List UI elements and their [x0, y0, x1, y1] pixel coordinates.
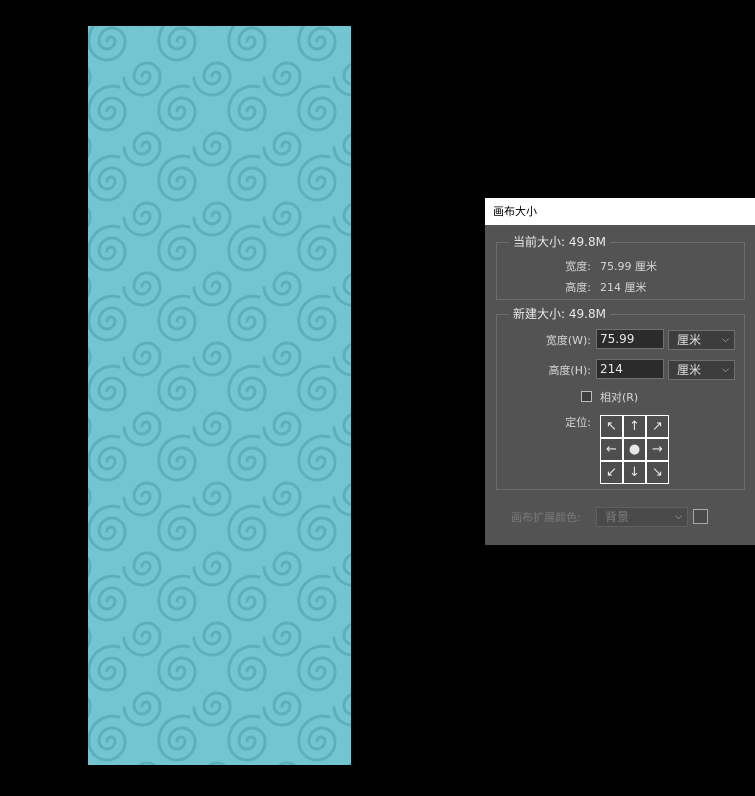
- chevron-down-icon: ⌵: [722, 365, 729, 375]
- current-height-label: 高度:: [565, 281, 591, 294]
- current-height-value: 214 厘米: [600, 281, 647, 294]
- height-input[interactable]: 214: [596, 359, 664, 379]
- new-width-label: 宽度(W):: [545, 334, 591, 347]
- anchor-center-icon[interactable]: ●: [624, 439, 645, 460]
- height-unit-value: 厘米: [677, 363, 702, 377]
- height-unit-select[interactable]: 厘米 ⌵: [668, 360, 735, 380]
- current-width-label: 宽度:: [565, 260, 591, 273]
- width-unit-select[interactable]: 厘米 ⌵: [668, 330, 735, 350]
- anchor-right-icon[interactable]: →: [647, 439, 668, 460]
- dialog-title[interactable]: 画布大小: [485, 198, 755, 225]
- anchor-label: 定位:: [565, 416, 591, 429]
- canvas-size-dialog: 画布大小 当前大小: 49.8M 宽度: 75.99 厘米 高度: 214 厘米…: [485, 198, 755, 545]
- relative-label[interactable]: 相对(R): [600, 389, 638, 405]
- anchor-top-right-icon[interactable]: ↗: [647, 416, 668, 437]
- anchor-grid: ↖ ↑ ↗ ← ● → ↙ ↓ ↘: [600, 415, 669, 484]
- anchor-bottom-left-icon[interactable]: ↙: [601, 462, 622, 483]
- chevron-down-icon: ⌵: [722, 335, 729, 345]
- extension-color-label: 画布扩展颜色:: [511, 511, 581, 524]
- swirl-pattern: [88, 26, 351, 765]
- width-input[interactable]: 75.99: [596, 329, 664, 349]
- new-height-label: 高度(H):: [548, 364, 591, 377]
- new-size-legend: 新建大小: 49.8M: [513, 307, 606, 321]
- relative-checkbox[interactable]: [581, 391, 592, 402]
- extension-color-swatch[interactable]: [693, 509, 708, 524]
- anchor-top-icon[interactable]: ↑: [624, 416, 645, 437]
- extension-color-value: 背景: [605, 510, 630, 524]
- anchor-left-icon[interactable]: ←: [601, 439, 622, 460]
- anchor-bottom-icon[interactable]: ↓: [624, 462, 645, 483]
- document-canvas[interactable]: [88, 26, 351, 765]
- width-unit-value: 厘米: [677, 333, 702, 347]
- extension-color-select[interactable]: 背景 ⌵: [596, 507, 688, 527]
- current-size-legend: 当前大小: 49.8M: [513, 235, 606, 249]
- current-width-value: 75.99 厘米: [600, 260, 657, 273]
- anchor-bottom-right-icon[interactable]: ↘: [647, 462, 668, 483]
- chevron-down-icon: ⌵: [675, 512, 682, 522]
- anchor-top-left-icon[interactable]: ↖: [601, 416, 622, 437]
